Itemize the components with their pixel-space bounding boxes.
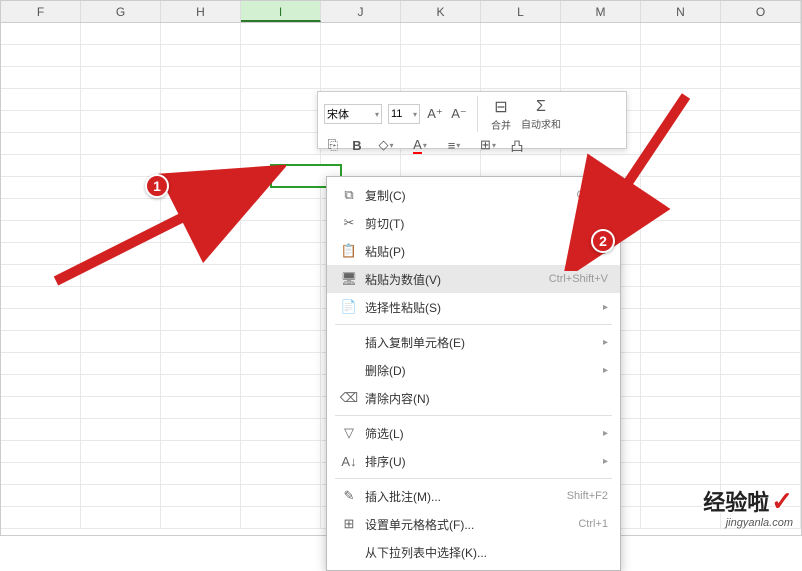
col-header-m[interactable]: M	[561, 1, 641, 22]
menu-separator	[335, 324, 612, 325]
annotation-badge-1: 1	[145, 174, 169, 198]
menu-clear[interactable]: ⌫ 清除内容(N)	[327, 384, 620, 412]
sort-icon: A↓	[339, 454, 359, 469]
format-painter-button[interactable]: ⎘	[324, 136, 342, 154]
column-headers: F G H I J K L M N O	[1, 1, 801, 23]
col-header-i[interactable]: I	[241, 1, 321, 22]
submenu-arrow-icon: ▸	[603, 365, 608, 376]
col-header-h[interactable]: H	[161, 1, 241, 22]
col-header-f[interactable]: F	[1, 1, 81, 22]
autosum-button[interactable]: Σ自动求和	[521, 98, 561, 131]
border-button[interactable]: ⊞▾	[474, 136, 502, 154]
menu-filter[interactable]: ▽ 筛选(L) ▸	[327, 419, 620, 447]
col-header-g[interactable]: G	[81, 1, 161, 22]
menu-insert-comment[interactable]: ✎ 插入批注(M)... Shift+F2	[327, 482, 620, 510]
watermark: 经验啦✓ jingyanla.com	[703, 485, 793, 529]
col-header-n[interactable]: N	[641, 1, 721, 22]
increase-font-button[interactable]: A⁺	[426, 105, 444, 123]
paste-values-icon: 🖥	[339, 271, 359, 287]
submenu-arrow-icon: ▸	[603, 302, 608, 313]
paste-special-icon: 📄	[339, 299, 359, 315]
menu-separator	[335, 478, 612, 479]
annotation-arrow-1	[46, 156, 286, 296]
col-header-j[interactable]: J	[321, 1, 401, 22]
merge-button[interactable]: ⊟合并	[491, 97, 511, 132]
col-header-l[interactable]: L	[481, 1, 561, 22]
annotation-arrow-2	[561, 86, 701, 271]
submenu-arrow-icon: ▸	[603, 456, 608, 467]
col-header-k[interactable]: K	[401, 1, 481, 22]
check-icon: ✓	[771, 486, 793, 517]
submenu-arrow-icon: ▸	[603, 337, 608, 348]
bold-button[interactable]: B	[348, 136, 366, 154]
menu-delete[interactable]: 删除(D) ▸	[327, 356, 620, 384]
comment-icon: ✎	[339, 488, 359, 504]
align-button[interactable]: ≡▾	[440, 136, 468, 154]
format-cells-icon: ⊞	[339, 516, 359, 532]
cut-icon: ✂	[339, 215, 359, 231]
font-size-select[interactable]: 11▾	[388, 104, 420, 124]
font-color-button[interactable]: A▾	[406, 136, 434, 154]
menu-format-cells[interactable]: ⊞ 设置单元格格式(F)... Ctrl+1	[327, 510, 620, 538]
menu-separator	[335, 415, 612, 416]
fill-color-button[interactable]: ◇▾	[372, 136, 400, 154]
col-header-o[interactable]: O	[721, 1, 801, 22]
menu-sort[interactable]: A↓ 排序(U) ▸	[327, 447, 620, 475]
filter-icon: ▽	[339, 425, 359, 441]
number-format-button[interactable]: 凸	[508, 136, 526, 154]
menu-paste-special[interactable]: 📄 选择性粘贴(S) ▸	[327, 293, 620, 321]
annotation-badge-2: 2	[591, 229, 615, 253]
copy-icon: ⧉	[339, 187, 359, 203]
clear-icon: ⌫	[339, 390, 359, 406]
menu-insert-copied[interactable]: 插入复制单元格(E) ▸	[327, 328, 620, 356]
menu-pick-from-list[interactable]: 从下拉列表中选择(K)...	[327, 538, 620, 566]
submenu-arrow-icon: ▸	[603, 428, 608, 439]
font-select[interactable]: 宋体▾	[324, 104, 382, 124]
decrease-font-button[interactable]: A⁻	[450, 105, 468, 123]
paste-icon: 📋	[339, 243, 359, 259]
